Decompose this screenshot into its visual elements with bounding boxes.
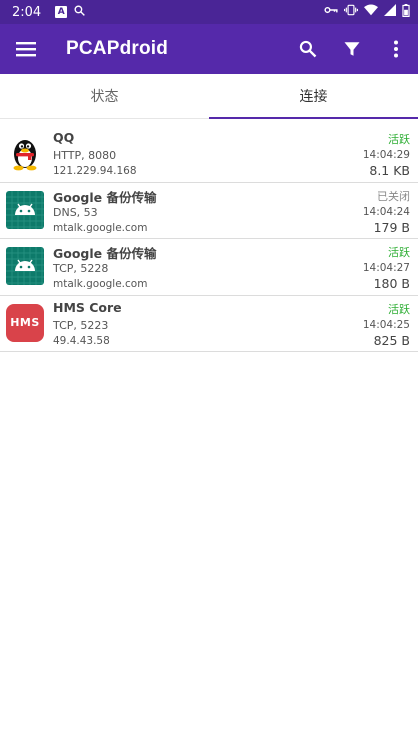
protocol-port: TCP, 5223 (53, 318, 109, 332)
notification-a-icon: A (55, 6, 68, 18)
status-badge: 活跃 (388, 246, 410, 259)
timestamp: 14:04:24 (362, 205, 410, 218)
android-icon (6, 247, 44, 285)
connection-row[interactable]: QQ HTTP, 8080 121.229.94.168 活跃 14:04:29… (0, 126, 418, 183)
search-icon[interactable] (286, 24, 330, 74)
tab-status[interactable]: 状态 (0, 74, 209, 118)
app-bar: PCAPdroid (0, 24, 418, 74)
menu-icon[interactable] (0, 24, 52, 74)
timestamp: 14:04:25 (362, 318, 410, 331)
tab-bar: 状态 连接 (0, 74, 418, 119)
app-name: QQ (53, 130, 75, 145)
app-name: HMS Core (53, 299, 122, 315)
remote-host: mtalk.google.com (53, 278, 148, 290)
traffic-size: 825 B (373, 332, 410, 348)
search-icon (73, 4, 86, 21)
android-icon (6, 190, 44, 229)
timestamp: 14:04:27 (362, 262, 410, 274)
protocol-port: TCP, 5228 (53, 262, 109, 275)
status-time: 2:04 (12, 4, 42, 20)
signal-icon (384, 4, 396, 20)
protocol-port: DNS, 53 (53, 205, 98, 219)
timestamp: 14:04:29 (362, 149, 410, 161)
vibrate-icon (344, 4, 358, 20)
traffic-size: 180 B (373, 276, 410, 291)
battery-icon (402, 3, 410, 21)
status-badge: 活跃 (388, 302, 410, 316)
remote-host: 49.4.43.58 (53, 334, 110, 347)
status-badge: 活跃 (388, 133, 410, 146)
wifi-icon (364, 4, 378, 20)
hms-icon: HMS (6, 303, 44, 342)
app-name: Google 备份传输 (53, 246, 157, 261)
status-bar: 2:04 A (0, 0, 418, 24)
connection-row[interactable]: Google 备份传输 TCP, 5228 mtalk.google.com 活… (0, 239, 418, 296)
traffic-size: 8.1 KB (369, 163, 410, 178)
app-name: Google 备份传输 (53, 189, 157, 205)
remote-host: 121.229.94.168 (53, 165, 137, 177)
connection-row[interactable]: Google 备份传输 DNS, 53 mtalk.google.com 已关闭… (0, 183, 418, 239)
filter-icon[interactable] (330, 24, 374, 74)
qq-penguin-icon (6, 134, 44, 172)
status-badge: 已关闭 (377, 189, 410, 203)
connection-row[interactable]: HMS HMS Core TCP, 5223 49.4.43.58 活跃 14:… (0, 296, 418, 352)
tab-connections[interactable]: 连接 (209, 74, 418, 119)
vpn-key-icon (324, 4, 338, 20)
app-title: PCAPdroid (66, 38, 169, 59)
protocol-port: HTTP, 8080 (53, 149, 117, 162)
more-vert-icon[interactable] (374, 24, 418, 74)
traffic-size: 179 B (373, 219, 410, 235)
remote-host: mtalk.google.com (53, 221, 148, 234)
connection-list: QQ HTTP, 8080 121.229.94.168 活跃 14:04:29… (0, 126, 418, 352)
